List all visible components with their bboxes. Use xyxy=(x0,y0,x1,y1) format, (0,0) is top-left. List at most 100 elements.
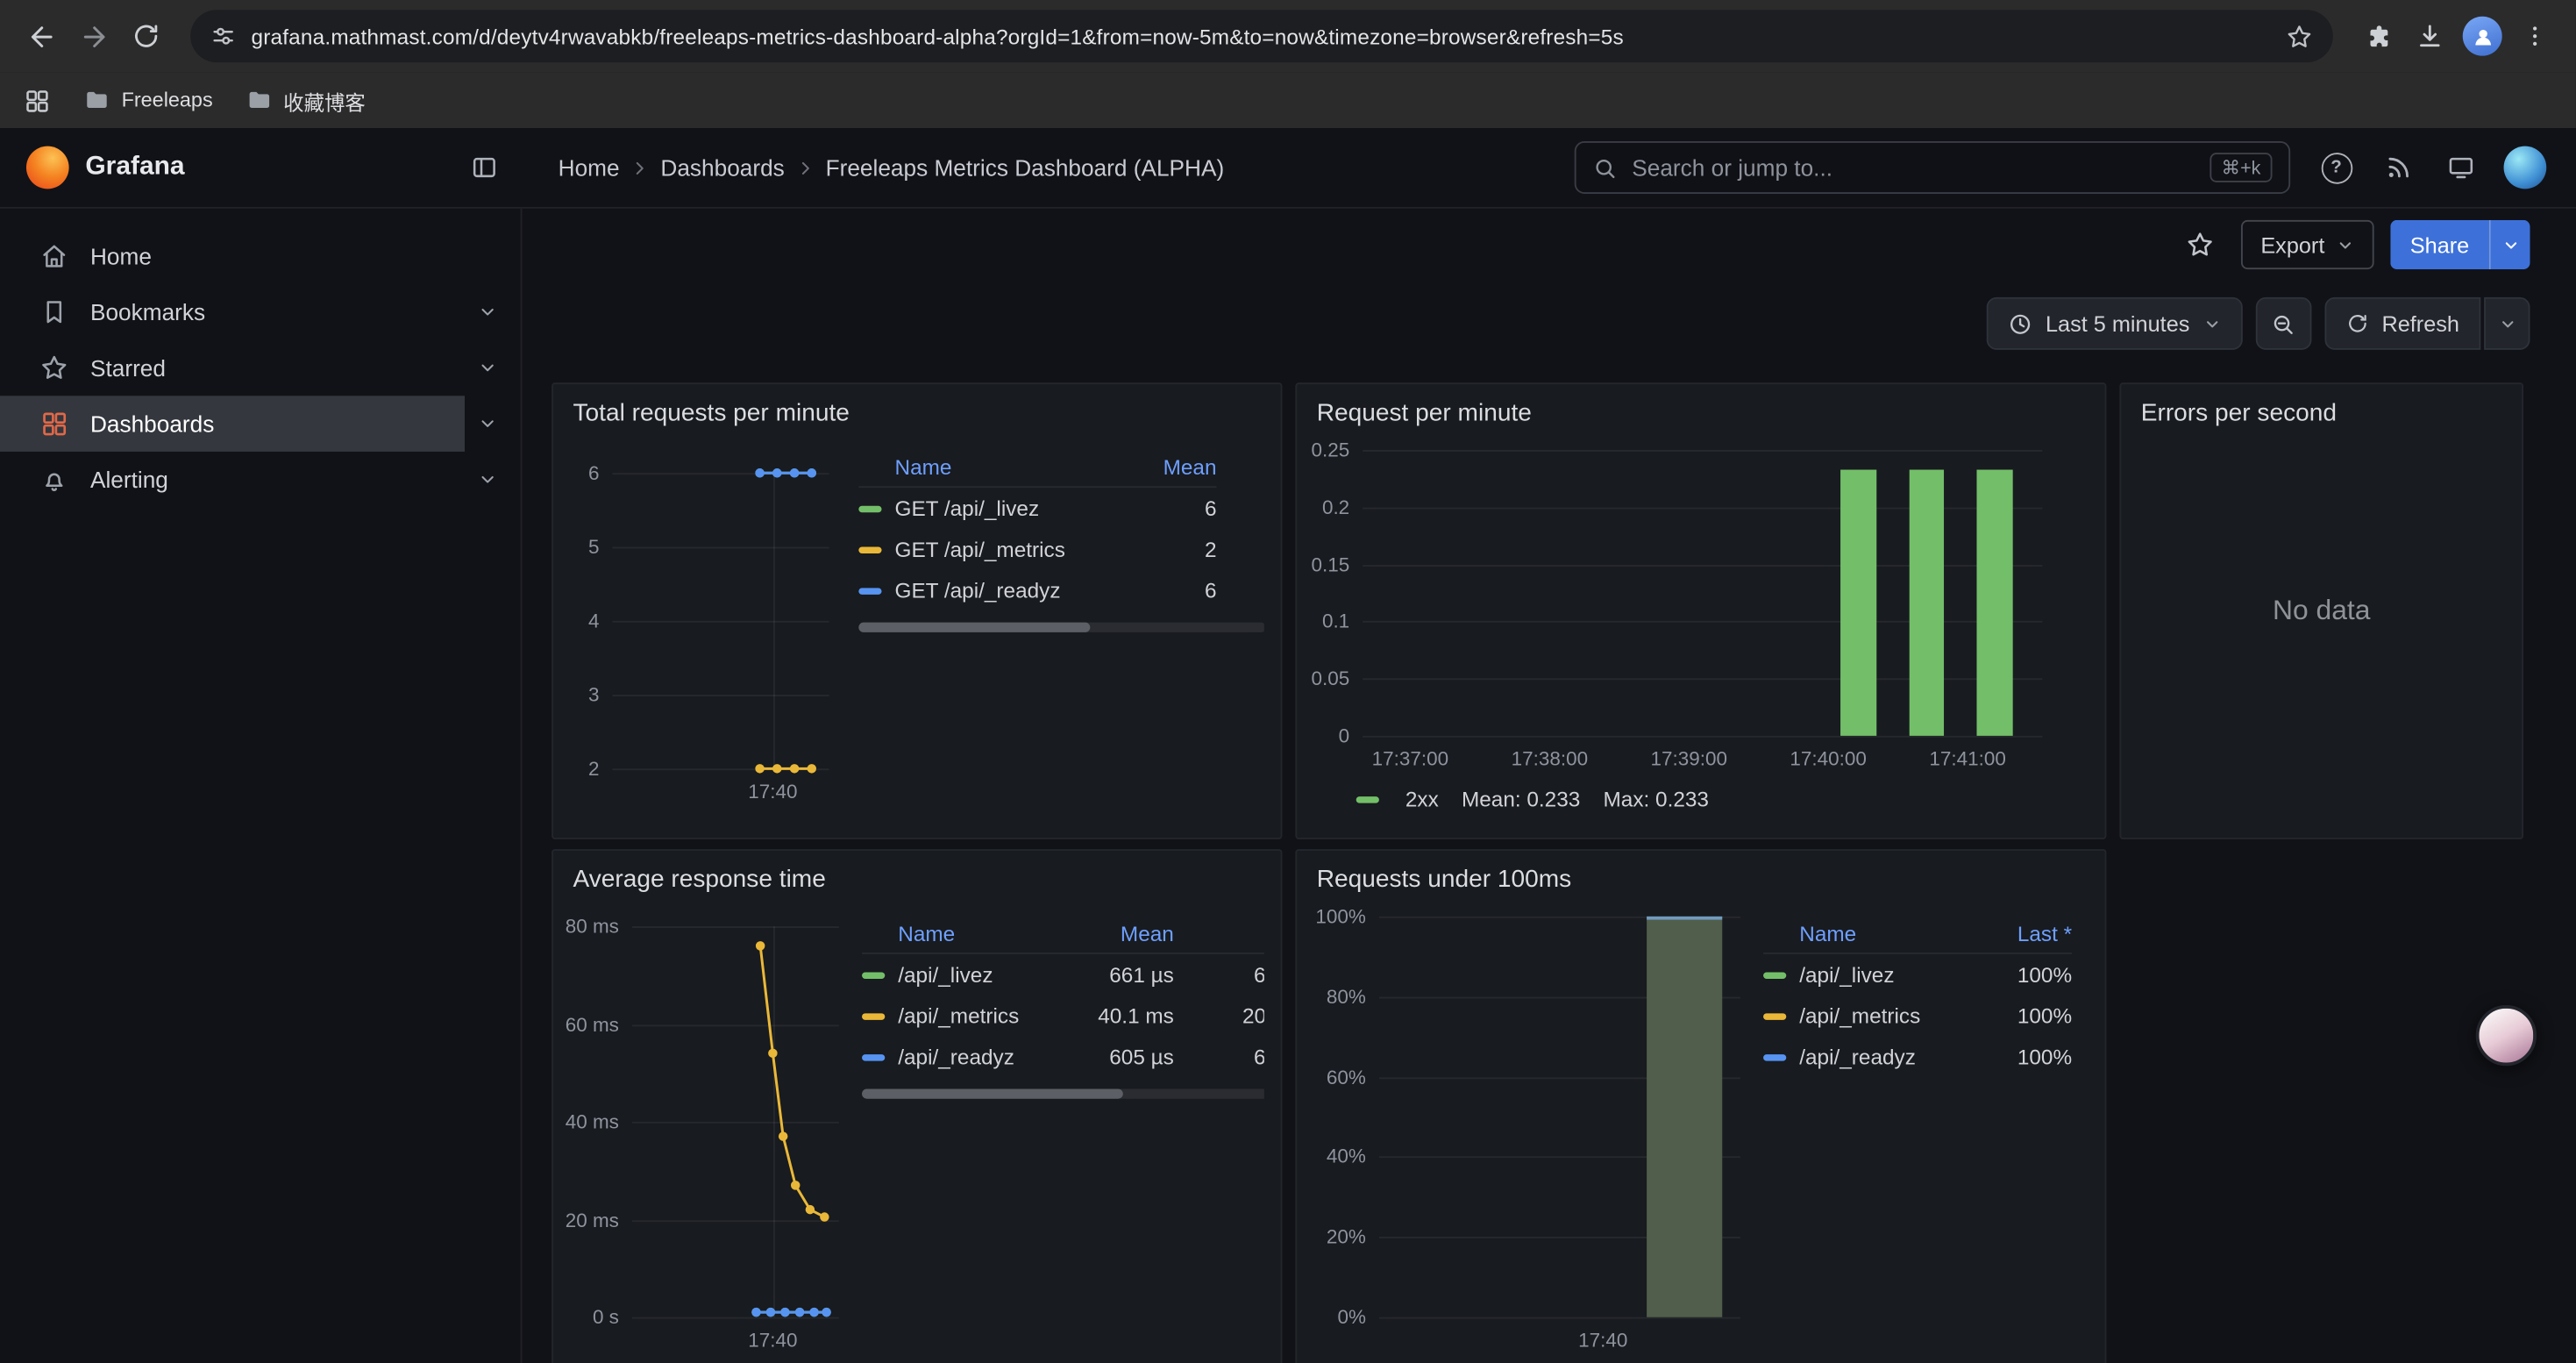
search-icon xyxy=(1592,155,1617,180)
grafana-logo[interactable] xyxy=(26,146,69,189)
refresh-interval-dropdown[interactable] xyxy=(2484,297,2530,350)
bookmark-star-icon[interactable] xyxy=(2286,22,2314,50)
favorite-star-icon[interactable] xyxy=(2175,220,2224,269)
sidebar-item-dashboards[interactable]: Dashboards xyxy=(0,396,521,452)
under-100ms-chart: 100%80%60%40%20%0%17:40 xyxy=(1307,903,1747,1363)
legend-col-mean[interactable]: Mean xyxy=(1072,921,1174,946)
help-icon[interactable] xyxy=(2316,148,2356,188)
panel-title[interactable]: Total requests per minute xyxy=(553,384,1281,433)
site-settings-icon[interactable] xyxy=(210,23,237,49)
chevron-down-icon[interactable] xyxy=(478,303,497,322)
chevron-down-icon[interactable] xyxy=(478,358,497,377)
share-button[interactable]: Share xyxy=(2390,220,2488,269)
legend-series[interactable]: 2xx xyxy=(1356,787,1439,811)
browser-toolbar: grafana.mathmast.com/d/deytv4rwavabkb/fr… xyxy=(0,0,2576,72)
panel-title[interactable]: Errors per second xyxy=(2121,384,2522,433)
sidebar-item-label: Dashboards xyxy=(90,410,214,437)
legend-row[interactable]: /api/_livez 100% xyxy=(1763,954,2072,995)
series-last: 100% xyxy=(1957,1003,2072,1028)
legend-row[interactable]: /api/_livez 661 µs 646 µs xyxy=(862,954,1264,995)
series-last: 100% xyxy=(1957,1045,2072,1069)
refresh-button[interactable]: Refresh xyxy=(2324,297,2480,350)
legend-row[interactable]: /api/_metrics 100% xyxy=(1763,995,2072,1037)
browser-menu-kebab-icon[interactable] xyxy=(2510,11,2559,61)
legend-col-mean[interactable]: Mean xyxy=(1112,454,1217,479)
clock-icon xyxy=(2008,311,2032,336)
search-shortcut-badge: ⌘+k xyxy=(2210,153,2272,182)
legend-scrollbar[interactable] xyxy=(862,1088,1264,1098)
profile-avatar[interactable] xyxy=(2458,11,2507,61)
legend-col-name[interactable]: Name xyxy=(1763,921,1957,946)
series-swatch xyxy=(862,1012,885,1018)
sidebar-item-home[interactable]: Home xyxy=(0,228,521,284)
export-button[interactable]: Export xyxy=(2241,220,2374,269)
star-icon xyxy=(39,353,69,383)
series-name[interactable]: 2xx xyxy=(1405,787,1439,811)
mega-menu-toggle[interactable] xyxy=(470,153,500,182)
downloads-icon[interactable] xyxy=(2405,11,2454,61)
breadcrumb-home[interactable]: Home xyxy=(559,154,620,181)
search-input[interactable]: Search or jump to... ⌘+k xyxy=(1575,141,2290,194)
news-rss-icon[interactable] xyxy=(2379,148,2418,188)
series-name[interactable]: /api/_metrics xyxy=(898,1003,1071,1028)
panel-title[interactable]: Requests under 100ms xyxy=(1297,851,2104,900)
sidebar-item-starred[interactable]: Starred xyxy=(0,340,521,396)
apps-grid-icon[interactable] xyxy=(23,86,51,114)
legend-scrollbar[interactable] xyxy=(858,623,1264,632)
user-avatar[interactable] xyxy=(2504,146,2547,189)
chevron-down-icon[interactable] xyxy=(478,414,497,433)
legend-header: Name Mean Last * xyxy=(862,913,1264,954)
reload-icon[interactable] xyxy=(122,11,171,61)
legend-row[interactable]: /api/_metrics 40.1 ms 20.5 ms xyxy=(862,995,1264,1037)
url-bar[interactable]: grafana.mathmast.com/d/deytv4rwavabkb/fr… xyxy=(190,10,2333,62)
legend-row[interactable]: /api/_readyz 605 µs 620 µs xyxy=(862,1037,1264,1078)
panel-total-requests: Total requests per minute 6543217:40 Nam… xyxy=(551,382,1282,839)
series-mean: Mean: 0.233 xyxy=(1462,787,1580,811)
time-range-picker[interactable]: Last 5 minutes xyxy=(1987,297,2243,350)
legend-col-last[interactable]: Last * xyxy=(1957,921,2072,946)
back-icon[interactable] xyxy=(17,11,66,61)
legend-row[interactable]: /api/_readyz 100% xyxy=(1763,1037,2072,1078)
series-mean: 6 xyxy=(1112,496,1217,520)
series-name[interactable]: GET /api/_metrics xyxy=(895,537,1112,561)
monitor-icon[interactable] xyxy=(2441,148,2480,188)
chevron-right-icon xyxy=(631,159,650,177)
series-name[interactable]: /api/_readyz xyxy=(898,1045,1071,1069)
chevron-down-icon[interactable] xyxy=(478,470,497,489)
panel-title[interactable]: Average response time xyxy=(553,851,1281,900)
bookmark-folder-blogs[interactable]: 收藏博客 xyxy=(246,84,366,116)
series-name[interactable]: /api/_livez xyxy=(898,962,1071,987)
forward-icon[interactable] xyxy=(69,11,118,61)
legend-col-last[interactable]: Last * xyxy=(1174,921,1264,946)
panel-requests-under-100ms: Requests under 100ms 100%80%60%40%20%0%1… xyxy=(1295,849,2106,1363)
bookmark-folder-freeleaps[interactable]: Freeleaps xyxy=(83,87,212,113)
series-name[interactable]: /api/_livez xyxy=(1799,962,1957,987)
series-mean: 2 xyxy=(1112,537,1217,561)
floating-avatar[interactable] xyxy=(2476,1005,2537,1066)
series-name[interactable]: GET /api/_readyz xyxy=(895,578,1112,603)
search-placeholder: Search or jump to... xyxy=(1632,154,1832,181)
home-icon xyxy=(39,241,69,271)
url-text[interactable]: grafana.mathmast.com/d/deytv4rwavabkb/fr… xyxy=(251,24,2270,48)
series-name[interactable]: GET /api/_livez xyxy=(895,496,1112,520)
series-swatch xyxy=(858,587,881,593)
legend-row[interactable]: GET /api/_livez 6 xyxy=(858,488,1216,529)
series-last: 620 µs xyxy=(1174,1045,1264,1069)
panel-title[interactable]: Request per minute xyxy=(1297,384,2104,433)
bookmark-folder-label: 收藏博客 xyxy=(283,84,366,116)
series-name[interactable]: /api/_readyz xyxy=(1799,1045,1957,1069)
legend-row[interactable]: GET /api/_readyz 6 xyxy=(858,570,1216,611)
sidebar-item-alerting[interactable]: Alerting xyxy=(0,452,521,508)
legend-col-name[interactable]: Name xyxy=(858,454,1111,479)
legend-header: Name Last * xyxy=(1763,913,2072,954)
extensions-icon[interactable] xyxy=(2352,11,2402,61)
chevron-down-icon xyxy=(2337,236,2355,254)
breadcrumb-dashboards[interactable]: Dashboards xyxy=(660,154,784,181)
legend-row[interactable]: GET /api/_metrics 2 xyxy=(858,529,1216,570)
series-name[interactable]: /api/_metrics xyxy=(1799,1003,1957,1028)
chevron-down-icon xyxy=(2202,315,2221,333)
share-dropdown-button[interactable] xyxy=(2489,220,2530,269)
zoom-out-button[interactable] xyxy=(2255,297,2311,350)
legend-col-name[interactable]: Name xyxy=(862,921,1072,946)
sidebar-item-bookmarks[interactable]: Bookmarks xyxy=(0,284,521,340)
